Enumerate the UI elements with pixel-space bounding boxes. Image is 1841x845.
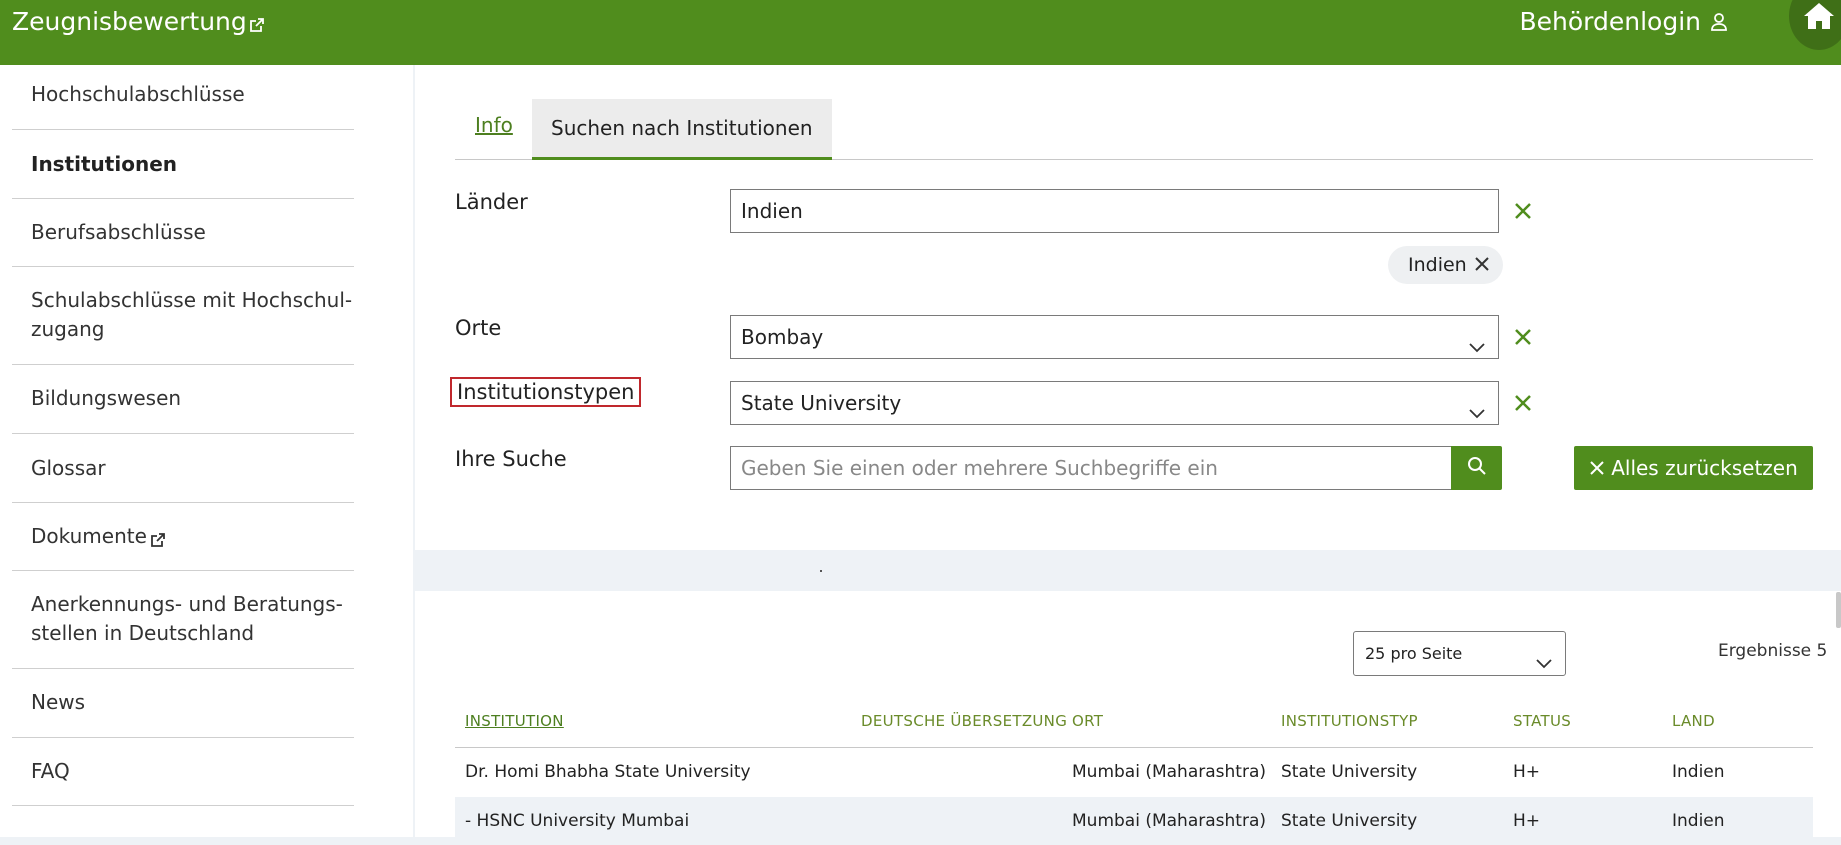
separator-dot (820, 570, 822, 572)
sidebar-item-label-line2: zugang (31, 317, 105, 341)
sidebar-item-label: Berufsabschlüsse (31, 220, 206, 244)
cell-city: Mumbai (Maharashtra) (1072, 762, 1266, 782)
sidebar-item-institutionen[interactable]: Institutionen (12, 150, 354, 199)
sidebar-item-label: Institutionen (31, 152, 177, 176)
column-header-country: LAND (1672, 712, 1715, 730)
cell-type: State University (1281, 811, 1418, 831)
remove-chip-icon[interactable] (1467, 254, 1491, 276)
column-header-institution[interactable]: INSTITUTION (465, 712, 564, 730)
clear-institution-types-icon[interactable] (1512, 392, 1534, 418)
results-count: Ergebnisse 5 (1718, 641, 1828, 661)
per-page-value: 25 pro Seite (1365, 644, 1463, 663)
reset-all-button[interactable]: Alles zurücksetzen (1574, 446, 1813, 490)
cell-institution: - HSNC University Mumbai (465, 811, 690, 831)
tab-info[interactable]: Info (475, 113, 513, 137)
cell-type: State University (1281, 762, 1418, 782)
cell-country: Indien (1672, 762, 1725, 782)
countries-input[interactable]: Indien (730, 189, 1499, 233)
clear-countries-icon[interactable] (1512, 200, 1534, 226)
sidebar-item-dokumente[interactable]: Dokumente (12, 522, 354, 571)
countries-label: Länder (455, 190, 528, 214)
cell-city: Mumbai (Maharashtra) (1072, 811, 1266, 831)
search-label: Ihre Suche (455, 447, 567, 471)
sidebar-item-berufsabschluesse[interactable]: Berufsabschlüsse (12, 218, 354, 267)
cell-status: H+ (1513, 762, 1541, 782)
sidebar-item-hochschulabschluesse[interactable]: Hochschulabschlüsse (12, 80, 354, 130)
brand-link[interactable]: Zeugnisbewertung (12, 6, 264, 40)
search-icon (1467, 456, 1487, 480)
column-header-status: STATUS (1513, 712, 1572, 730)
institution-types-select[interactable]: State University (730, 381, 1499, 425)
external-link-icon (150, 526, 165, 555)
sidebar-item-label-line2: stellen in Deutschland (31, 621, 255, 645)
cell-status: H+ (1513, 811, 1541, 831)
table-row[interactable]: Dr. Homi Bhabha State University Mumbai … (455, 748, 1813, 796)
cities-label: Orte (455, 316, 502, 340)
close-icon (1589, 456, 1611, 480)
search-input[interactable]: Geben Sie einen oder mehrere Suchbegriff… (730, 446, 1451, 490)
cell-country: Indien (1672, 811, 1725, 831)
sidebar-item-label: Dokumente (31, 524, 147, 548)
sidebar-item-label: FAQ (31, 759, 70, 783)
search-button[interactable] (1451, 446, 1502, 490)
sidebar-item-label: News (31, 690, 86, 714)
column-header-type: INSTITUTIONSTYP (1281, 712, 1418, 730)
sidebar-item-label: Anerkennungs- und Beratungs- (31, 592, 343, 616)
sidebar-item-label: Glossar (31, 456, 106, 480)
authority-login-button[interactable]: Behördenlogin (1519, 6, 1727, 39)
sidebar-item-label: Schulabschlüsse mit Hochschul- (31, 288, 353, 312)
cities-value: Bombay (741, 325, 824, 349)
chevron-down-icon (1468, 394, 1486, 436)
sidebar-item-faq[interactable]: FAQ (12, 757, 354, 806)
sidebar-item-schulabschluesse[interactable]: Schulabschlüsse mit Hochschul-zugang (12, 286, 354, 365)
column-header-city: ORT (1072, 712, 1104, 730)
table-row[interactable]: - HSNC University Mumbai Mumbai (Maharas… (455, 797, 1813, 845)
column-header-translation: DEUTSCHE ÜBERSETZUNG (861, 712, 1068, 730)
sidebar-item-glossar[interactable]: Glossar (12, 454, 354, 503)
external-link-icon (249, 8, 264, 40)
sidebar-item-anerkennungsstellen[interactable]: Anerkennungs- und Beratungs-stellen in D… (12, 590, 354, 669)
reset-label: Alles zurücksetzen (1611, 456, 1798, 480)
chip-label: Indien (1408, 254, 1467, 276)
cell-institution: Dr. Homi Bhabha State University (465, 762, 751, 782)
sidebar-item-bildungswesen[interactable]: Bildungswesen (12, 384, 354, 434)
institution-types-value: State University (741, 391, 902, 415)
login-label: Behördenlogin (1519, 7, 1701, 36)
chevron-down-icon (1535, 645, 1553, 688)
per-page-select[interactable]: 25 pro Seite (1353, 631, 1566, 676)
user-icon (1711, 7, 1727, 39)
brand-title: Zeugnisbewertung (12, 7, 247, 36)
top-header: Zeugnisbewertung Behördenlogin (0, 0, 1841, 65)
sidebar-item-label: Bildungswesen (31, 386, 182, 410)
country-chip[interactable]: Indien (1388, 246, 1503, 284)
sidebar-item-label: Hochschulabschlüsse (31, 82, 245, 106)
cities-select[interactable]: Bombay (730, 315, 1499, 359)
clear-cities-icon[interactable] (1512, 326, 1534, 352)
home-icon (1803, 2, 1835, 34)
chevron-down-icon (1468, 328, 1486, 370)
institution-types-label: Institutionstypen (450, 377, 642, 407)
sidebar-item-news[interactable]: News (12, 688, 354, 738)
scrollbar-thumb[interactable] (1836, 592, 1841, 628)
tab-search-institutions[interactable]: Suchen nach Institutionen (532, 99, 832, 160)
tab-bar: Info Suchen nach Institutionen (455, 99, 1813, 160)
home-button[interactable] (1789, 0, 1841, 50)
